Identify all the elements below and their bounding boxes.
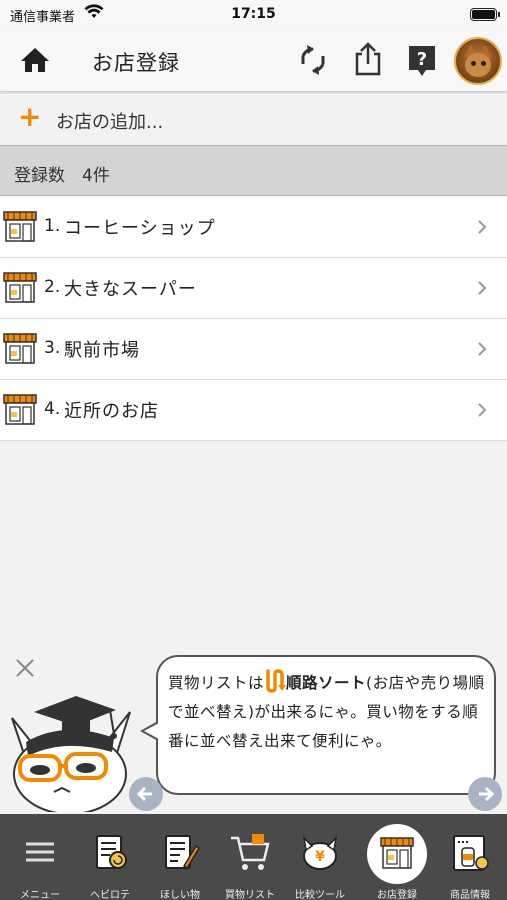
battery-icon xyxy=(470,8,500,21)
section-header: 登録数 4件 xyxy=(0,145,507,196)
list-item[interactable]: 4. 近所のお店 xyxy=(0,380,507,441)
store-name: コーヒーショップ xyxy=(64,218,216,239)
status-bar: 通信事業者 17:15 xyxy=(0,0,507,30)
registered-count-label: 登録数 xyxy=(14,166,65,186)
clock: 17:15 xyxy=(231,6,276,22)
help-icon[interactable]: ? xyxy=(407,44,437,78)
wishlist-icon xyxy=(165,835,201,870)
page-title: お店登録 xyxy=(92,51,180,75)
nav-bar: お店登録 ? xyxy=(0,30,507,92)
list-item[interactable]: 2. 大きなスーパー xyxy=(0,258,507,319)
tab-label: お店登録 xyxy=(377,890,417,900)
chevron-right-icon xyxy=(478,281,487,295)
store-number: 4. xyxy=(44,399,61,419)
arrow-right-icon xyxy=(479,786,495,802)
arrow-left-icon xyxy=(136,786,152,802)
product-info-icon xyxy=(453,835,489,871)
compare-cat-icon: ¥ xyxy=(302,835,338,870)
chevron-right-icon xyxy=(478,220,487,234)
store-icon xyxy=(3,394,37,425)
svg-text:¥: ¥ xyxy=(315,849,325,865)
store-name: 駅前市場 xyxy=(64,340,140,361)
svg-text:?: ? xyxy=(417,49,427,70)
plus-icon: + xyxy=(18,100,42,133)
tip-text: 買物リストは 順路ソート(お店や売り場順で並べ替え)が出来るにゃ。買い物をする順番… xyxy=(168,669,488,756)
tab-wishlist[interactable]: ほしい物 xyxy=(145,814,215,900)
add-store-button[interactable]: + お店の追加... xyxy=(0,94,507,144)
route-sort-icon xyxy=(266,669,287,693)
menu-icon xyxy=(26,842,54,862)
store-number: 3. xyxy=(44,338,61,358)
tab-compare[interactable]: ¥ 比較ツール xyxy=(285,814,355,900)
tab-label: 商品情報 xyxy=(450,890,490,900)
tab-shopping-list[interactable]: 買物リスト xyxy=(215,814,285,900)
store-number: 2. xyxy=(44,277,61,297)
list-item[interactable]: 1. コーヒーショップ xyxy=(0,197,507,258)
share-icon[interactable] xyxy=(353,42,383,76)
store-name: 近所のお店 xyxy=(64,401,159,422)
chevron-right-icon xyxy=(478,403,487,417)
store-name: 大きなスーパー xyxy=(64,279,197,300)
store-icon xyxy=(3,333,37,364)
tip-prefix: 買物リストは xyxy=(168,674,265,692)
sync-icon[interactable] xyxy=(298,44,328,76)
tip-prev-button[interactable] xyxy=(129,777,163,811)
store-list: 1. コーヒーショップ 2. 大きなスーパー 3. 駅前市場 4. 近所のお店 xyxy=(0,197,507,441)
store-icon xyxy=(3,272,37,303)
store-number: 1. xyxy=(44,216,61,236)
tab-menu[interactable]: メニュー xyxy=(5,814,75,900)
tip-next-button[interactable] xyxy=(468,777,502,811)
close-icon[interactable] xyxy=(14,657,36,679)
store-icon xyxy=(367,824,427,884)
tip-highlight: 順路ソート xyxy=(286,674,367,692)
registered-count-value: 4件 xyxy=(82,166,110,186)
list-item[interactable]: 3. 駅前市場 xyxy=(0,319,507,380)
tip-bubble: 買物リストは 順路ソート(お店や売り場順で並べ替え)が出来るにゃ。買い物をする順番… xyxy=(140,655,496,795)
chevron-right-icon xyxy=(478,342,487,356)
avatar[interactable] xyxy=(454,37,502,85)
store-icon xyxy=(3,211,37,242)
tab-product-info[interactable]: 商品情報 xyxy=(435,814,505,900)
cat-mascot-icon xyxy=(11,696,131,812)
tab-label: 比較ツール xyxy=(295,890,345,900)
tab-store-register[interactable]: お店登録 xyxy=(362,814,432,900)
cart-icon xyxy=(231,834,270,870)
heavy-rotation-icon xyxy=(96,835,127,869)
home-icon[interactable] xyxy=(20,46,50,74)
tab-bar: メニュー ヘビロテ ほしい物 買物リスト ¥ 比較ツール お店登録 商品情報 xyxy=(0,814,507,900)
tab-heavy-rotation[interactable]: ヘビロテ xyxy=(75,814,145,900)
add-store-label: お店の追加... xyxy=(56,112,164,133)
